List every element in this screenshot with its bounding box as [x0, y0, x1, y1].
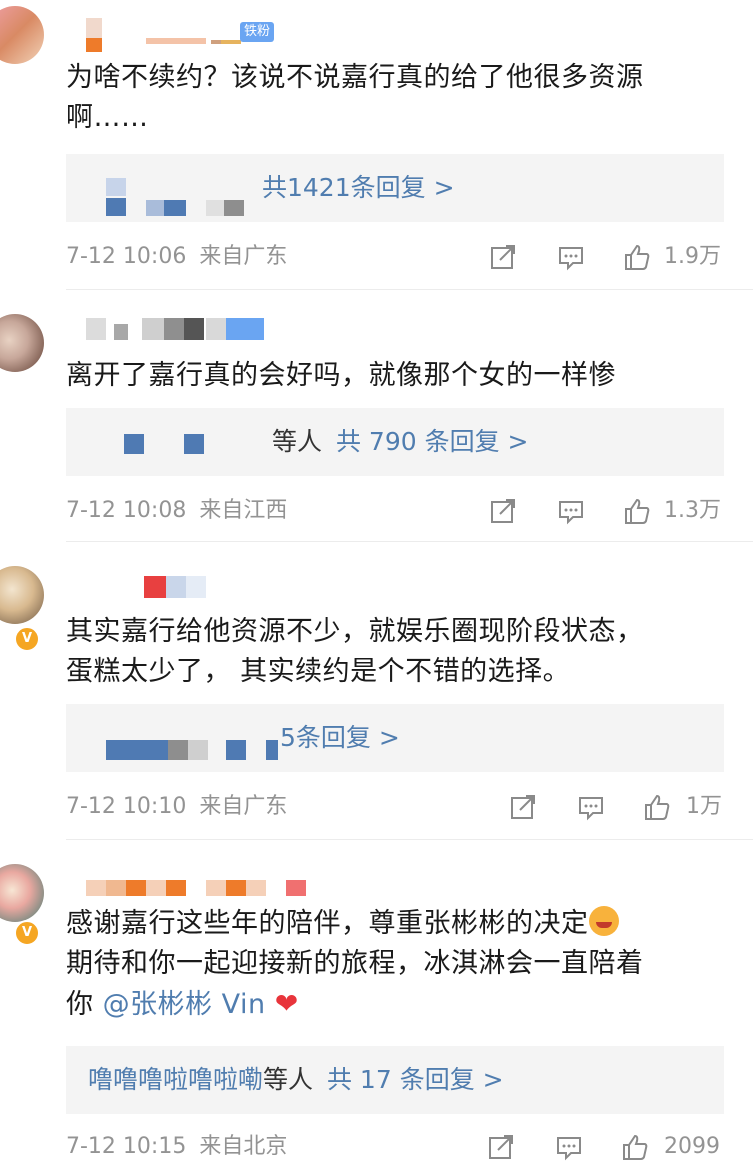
comment-text-span: 感谢嘉行这些年的陪伴，尊重张彬彬的决定 [66, 908, 589, 939]
reply-preview[interactable]: 等人 共 790 条回复 > [66, 408, 724, 476]
reply-authors-suffix: 等人 [263, 1065, 314, 1094]
reply-count[interactable]: 共 790 条回复 > [336, 427, 529, 456]
reply-count[interactable]: 共 17 条回复 > [327, 1065, 504, 1094]
like-count: 2099 [664, 1134, 720, 1159]
verified-v-badge-icon: V [14, 920, 40, 946]
comment-text: 离开了嘉行真的会好吗，就像那个女的一样惨 [66, 356, 716, 396]
thumbs-up-icon[interactable] [620, 1132, 650, 1162]
comment-meta: 7-12 10:15 来自北京 [66, 1132, 287, 1162]
comment-location: 来自广东 [199, 794, 288, 819]
comment-text-line: 啊…… [66, 102, 149, 133]
reply-author-name[interactable]: 噜噜噜啦噜啦嘞 [88, 1065, 263, 1094]
comment-meta: 7-12 10:08 来自江西 [66, 496, 287, 526]
comment-text-line: 你 @张彬彬 Vin ❤ [66, 984, 716, 1025]
comment-text-line: 离开了嘉行真的会好吗，就像那个女的一样惨 [66, 360, 616, 391]
thumbs-up-icon[interactable] [642, 792, 672, 822]
comment-location: 来自广东 [199, 244, 288, 269]
comment-item: 离开了嘉行真的会好吗，就像那个女的一样惨 等人 共 790 条回复 > 7-12… [0, 290, 753, 542]
username-blurred[interactable] [66, 878, 326, 902]
reply-count-link[interactable]: 共1421条回复 > [262, 154, 455, 222]
avatar[interactable] [0, 6, 44, 64]
comment-text: 感谢嘉行这些年的陪伴，尊重张彬彬的决定 期待和你一起迎接新的旅程，冰淇淋会一直陪… [66, 904, 716, 1025]
comment-text-line: 期待和你一起迎接新的旅程，冰淇淋会一直陪着 [66, 948, 644, 979]
face-emoji-icon [588, 906, 619, 936]
comment-location: 来自江西 [199, 498, 288, 523]
comment-bubble-icon[interactable] [554, 1132, 584, 1162]
comment-text-line: 感谢嘉行这些年的陪伴，尊重张彬彬的决定 [66, 904, 716, 944]
comment-actions: 1万 [480, 790, 740, 824]
comment-item: 铁粉 为啥不续约？该说不说嘉行真的给了他很多资源 啊…… 共1421条回复 > … [0, 0, 753, 290]
share-arrow-icon[interactable] [508, 792, 538, 822]
comment-time: 7-12 10:15 [66, 1134, 187, 1159]
reply-authors[interactable]: 噜噜噜啦噜啦嘞等人 共 17 条回复 > [88, 1046, 504, 1114]
comment-text: 为啥不续约？该说不说嘉行真的给了他很多资源 啊…… [66, 58, 716, 138]
reply-count-link[interactable]: 5条回复 > [280, 704, 400, 772]
like-count: 1.9万 [664, 244, 721, 269]
verified-v-badge-icon: V [14, 626, 40, 652]
comment-text-line: 蛋糕太少了， 其实续约是个不错的选择。 [66, 656, 571, 687]
comment-location: 来自北京 [199, 1134, 288, 1159]
comment-text-line: 其实嘉行给他资源不少，就娱乐圈现阶段状态， [66, 616, 644, 647]
comment-bubble-icon[interactable] [576, 792, 606, 822]
avatar[interactable] [0, 566, 44, 624]
reply-preview[interactable]: 共1421条回复 > [66, 154, 724, 222]
share-arrow-icon[interactable] [488, 496, 518, 526]
reply-authors-suffix: 等人 [272, 427, 323, 456]
avatar[interactable] [0, 864, 44, 922]
comment-item: V 其实嘉行给他资源不少，就娱乐圈现阶段状态， 蛋糕太少了， 其实续约是个不错的… [0, 542, 753, 840]
comment-actions: 1.3万 [480, 494, 740, 528]
reply-preview[interactable]: 5条回复 > [66, 704, 724, 772]
user-mention-link[interactable]: @张彬彬 Vin [103, 989, 266, 1020]
share-arrow-icon[interactable] [488, 242, 518, 272]
comment-bubble-icon[interactable] [556, 242, 586, 272]
thumbs-up-icon[interactable] [622, 496, 652, 526]
comment-actions: 1.9万 [480, 240, 740, 274]
avatar[interactable] [0, 314, 44, 372]
like-count: 1.3万 [664, 498, 721, 523]
reply-preview[interactable]: 噜噜噜啦噜啦嘞等人 共 17 条回复 > [66, 1046, 724, 1114]
comment-meta: 7-12 10:10 来自广东 [66, 792, 287, 822]
thumbs-up-icon[interactable] [622, 242, 652, 272]
comment-time: 7-12 10:10 [66, 794, 187, 819]
comment-meta: 7-12 10:06 来自广东 [66, 242, 287, 272]
fan-badge: 铁粉 [240, 22, 275, 42]
comment-item: V 感谢嘉行这些年的陪伴，尊重张彬彬的决定 期待和你一起迎接新的旅程，冰淇淋会一… [0, 840, 753, 1171]
comment-text-span: 你 [66, 989, 94, 1020]
like-count: 1万 [686, 794, 722, 819]
comment-time: 7-12 10:08 [66, 498, 187, 523]
username-blurred[interactable] [66, 576, 266, 600]
comment-bubble-icon[interactable] [556, 496, 586, 526]
comment-actions: 2099 [480, 1130, 740, 1164]
username-blurred[interactable] [66, 318, 286, 342]
comment-text: 其实嘉行给他资源不少，就娱乐圈现阶段状态， 蛋糕太少了， 其实续约是个不错的选择… [66, 612, 716, 692]
reply-count-link[interactable]: 等人 共 790 条回复 > [272, 408, 528, 476]
comment-text-line: 为啥不续约？该说不说嘉行真的给了他很多资源 [66, 62, 644, 93]
heart-emoji-icon: ❤ [274, 987, 299, 1020]
username-blurred[interactable] [66, 18, 366, 52]
comment-time: 7-12 10:06 [66, 244, 187, 269]
share-arrow-icon[interactable] [486, 1132, 516, 1162]
